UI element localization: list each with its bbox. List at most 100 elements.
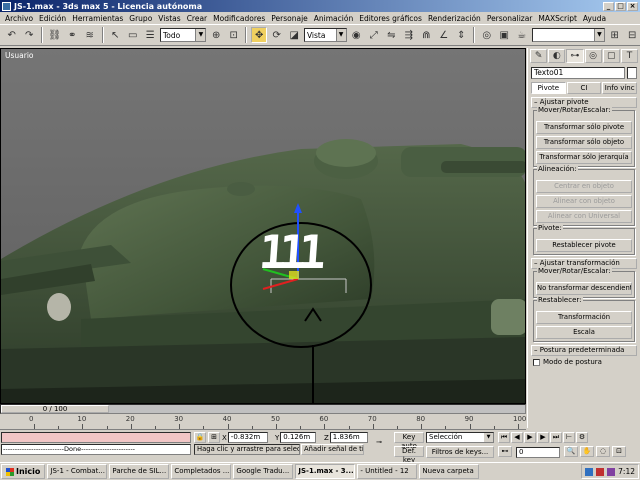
- add-time-tag-button[interactable]: Añadir señal de tiempo: [301, 444, 364, 455]
- menu-vistas[interactable]: Vistas: [155, 14, 183, 23]
- center-to-object-button[interactable]: Centrar en objeto: [536, 180, 632, 193]
- named-selection-select[interactable]: ▼: [531, 28, 605, 42]
- clock[interactable]: 7:12: [618, 467, 635, 476]
- tab-info-vinc[interactable]: Info vínc: [602, 82, 638, 94]
- select-move-icon[interactable]: ⊕: [208, 27, 224, 43]
- task-button[interactable]: Completados ...: [171, 464, 232, 479]
- menu-animacion[interactable]: Animación: [311, 14, 356, 23]
- task-button[interactable]: - Untitled - 12: [357, 464, 418, 479]
- time-slider-track[interactable]: 0 / 100: [0, 404, 526, 414]
- network-icon[interactable]: [585, 467, 594, 476]
- mirror-icon[interactable]: ⇋: [384, 27, 400, 43]
- minimize-button[interactable]: _: [603, 1, 614, 11]
- scale-icon[interactable]: ◪: [286, 27, 302, 43]
- affect-object-only-button[interactable]: Transformar sólo objeto: [536, 136, 632, 149]
- z-field[interactable]: 1.836m: [329, 432, 368, 443]
- viewport-label[interactable]: Usuario: [5, 51, 34, 60]
- spinner-snap-icon[interactable]: ⇕: [454, 27, 470, 43]
- menu-crear[interactable]: Crear: [184, 14, 210, 23]
- align-to-world-button[interactable]: Alinear con Universal: [536, 210, 632, 223]
- current-frame-field[interactable]: 0: [516, 447, 560, 458]
- reset-pivot-button[interactable]: Restablecer pivote: [536, 239, 632, 252]
- hierarchy-tab-icon[interactable]: ⊶: [566, 49, 584, 63]
- time-slider-thumb[interactable]: 0 / 100: [1, 405, 109, 413]
- unlink-icon[interactable]: ⚭: [65, 27, 81, 43]
- go-to-end-icon[interactable]: ⏭: [550, 432, 562, 443]
- object-name-field[interactable]: Texto01: [531, 67, 625, 79]
- rotate-icon[interactable]: ⟳: [269, 27, 285, 43]
- redo-icon[interactable]: ↷: [22, 27, 38, 43]
- auto-key-button[interactable]: Key auto: [394, 432, 424, 450]
- link-icon[interactable]: ⛓: [47, 27, 63, 43]
- affect-hierarchy-only-button[interactable]: Transformar sólo jerarquía: [536, 151, 632, 164]
- move-icon[interactable]: ✥: [251, 27, 267, 43]
- menu-edicion[interactable]: Edición: [36, 14, 69, 23]
- absolute-mode-icon[interactable]: ⊞: [208, 432, 220, 443]
- maximize-button[interactable]: □: [615, 1, 626, 11]
- maxscript-listener-input[interactable]: [1, 432, 191, 443]
- key-selection-select[interactable]: Selección ▼: [426, 432, 494, 443]
- volume-icon[interactable]: [596, 467, 605, 476]
- pan-icon[interactable]: ✋: [580, 446, 594, 457]
- zoom-icon[interactable]: 🔍: [564, 446, 578, 457]
- task-button[interactable]: Google Tradu...: [233, 464, 294, 479]
- affect-pivot-only-button[interactable]: Transformar sólo pivote: [536, 121, 632, 134]
- lock-selection-icon[interactable]: 🔒: [194, 432, 206, 443]
- menu-grupo[interactable]: Grupo: [126, 14, 155, 23]
- undo-icon[interactable]: ↶: [4, 27, 20, 43]
- select-icon[interactable]: ↖: [108, 27, 124, 43]
- select-by-name-icon[interactable]: ☰: [143, 27, 159, 43]
- go-to-start-icon[interactable]: ⏮: [498, 432, 510, 443]
- play-icon[interactable]: ▶: [524, 432, 536, 443]
- task-button[interactable]: JS-1 - Combat...: [47, 464, 108, 479]
- previous-frame-icon[interactable]: ◀: [511, 432, 523, 443]
- menu-personalizar[interactable]: Personalizar: [484, 14, 536, 23]
- render-last-icon[interactable]: ⊞: [607, 27, 623, 43]
- menu-archivo[interactable]: Archivo: [2, 14, 36, 23]
- reset-scale-button[interactable]: Escala: [536, 326, 632, 339]
- display-tab-icon[interactable]: ▢: [602, 49, 620, 63]
- perspective-viewport[interactable]: Usuario 111: [0, 48, 526, 404]
- object-color-swatch[interactable]: [627, 67, 637, 79]
- key-mode-icon[interactable]: ⊢: [563, 432, 575, 443]
- reset-transform-button[interactable]: Transformación: [536, 311, 632, 324]
- material-editor-icon[interactable]: ◎: [479, 27, 495, 43]
- menu-personaje[interactable]: Personaje: [268, 14, 311, 23]
- align-icon[interactable]: ⇶: [401, 27, 417, 43]
- maximize-viewport-icon[interactable]: ⊡: [612, 446, 626, 457]
- create-tab-icon[interactable]: ✎: [530, 49, 548, 63]
- key-mode-toggle-icon[interactable]: ⊷: [498, 446, 512, 457]
- antivirus-icon[interactable]: [607, 467, 616, 476]
- select-region-icon[interactable]: ▭: [125, 27, 141, 43]
- reference-coord-select[interactable]: Vista ▼: [303, 28, 347, 42]
- modify-tab-icon[interactable]: ◐: [548, 49, 566, 63]
- y-field[interactable]: 0.126m: [280, 432, 317, 443]
- tab-pivote[interactable]: Pivote: [531, 82, 566, 94]
- rollout-postura[interactable]: – Postura predeterminada: [531, 345, 637, 356]
- task-button[interactable]: Nueva carpeta: [419, 464, 480, 479]
- render-type-icon[interactable]: ⊟: [624, 27, 640, 43]
- task-button-active[interactable]: JS-1.max - 3...: [295, 464, 356, 479]
- pose-mode-checkbox[interactable]: Modo de postura: [533, 358, 635, 366]
- quick-render-icon[interactable]: ☕: [514, 27, 530, 43]
- menu-editores[interactable]: Editores gráficos: [356, 14, 425, 23]
- track-bar[interactable]: 0 10 20 30 40 50 60 70 80 90 100: [0, 414, 526, 430]
- close-button[interactable]: ×: [627, 1, 638, 11]
- set-key-button[interactable]: Def. key: [394, 446, 424, 464]
- key-filters-button[interactable]: Filtros de keys...: [426, 446, 494, 458]
- menu-modificadores[interactable]: Modificadores: [210, 14, 268, 23]
- motion-tab-icon[interactable]: ◎: [584, 49, 602, 63]
- menu-renderizacion[interactable]: Renderización: [425, 14, 484, 23]
- render-scene-icon[interactable]: ▣: [497, 27, 513, 43]
- menu-ayuda[interactable]: Ayuda: [580, 14, 609, 23]
- next-frame-icon[interactable]: ▶: [537, 432, 549, 443]
- pivot-center-icon[interactable]: ◉: [349, 27, 365, 43]
- selection-filter-select[interactable]: Todo ▼: [160, 28, 207, 42]
- magnet-snap-icon[interactable]: ⋒: [419, 27, 435, 43]
- task-button[interactable]: Parche de SIL...: [109, 464, 170, 479]
- align-to-object-button[interactable]: Alinear con objeto: [536, 195, 632, 208]
- bind-space-warp-icon[interactable]: ≋: [82, 27, 98, 43]
- arc-rotate-icon[interactable]: ◌: [596, 446, 610, 457]
- key-icon[interactable]: ⊸: [370, 438, 388, 449]
- window-crossing-icon[interactable]: ⊡: [226, 27, 242, 43]
